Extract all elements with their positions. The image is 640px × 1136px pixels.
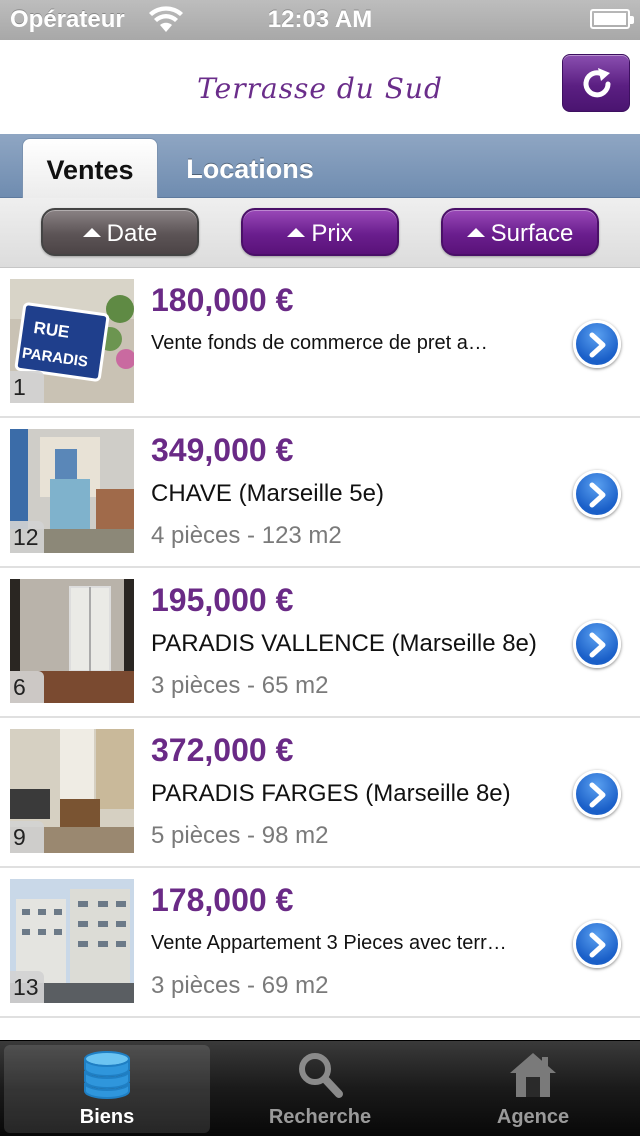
chevron-right-icon	[589, 332, 606, 358]
listing-price: 178,000 €	[151, 882, 294, 918]
detail-disclosure-button[interactable]	[573, 620, 621, 668]
chevron-right-icon	[589, 482, 606, 508]
detail-disclosure-button[interactable]	[573, 920, 621, 968]
detail-disclosure-button[interactable]	[573, 470, 621, 518]
photo-count: 12	[10, 521, 44, 553]
listing-details: 4 pièces - 123 m2	[151, 522, 342, 549]
sort-price-button[interactable]: Prix	[241, 208, 399, 256]
refresh-icon	[583, 68, 611, 98]
listing-price: 372,000 €	[151, 732, 294, 768]
listings-list[interactable]: RUE PARADIS 1 180,000 € Vente fonds de c…	[0, 268, 640, 1040]
tab-recherche[interactable]: Recherche	[217, 1045, 423, 1133]
photo-count: 1	[10, 371, 44, 403]
listing-price: 180,000 €	[151, 282, 294, 318]
tab-agence[interactable]: Agence	[430, 1045, 636, 1133]
listing-photo: 6	[10, 579, 134, 703]
list-item[interactable]: 9 372,000 € PARADIS FARGES (Marseille 8e…	[0, 718, 640, 868]
listing-title: PARADIS FARGES (Marseille 8e)	[151, 780, 511, 807]
detail-disclosure-button[interactable]	[573, 320, 621, 368]
list-item[interactable]: 6 195,000 € PARADIS VALLENCE (Marseille …	[0, 568, 640, 718]
tab-ventes[interactable]: Ventes	[22, 138, 158, 198]
listing-details: 3 pièces - 69 m2	[151, 972, 329, 999]
sort-up-icon	[287, 228, 306, 237]
house-icon	[510, 1053, 556, 1097]
listing-title: PARADIS VALLENCE (Marseille 8e)	[151, 630, 537, 657]
search-icon	[299, 1053, 343, 1098]
photo-count: 13	[10, 971, 44, 1003]
chevron-right-icon	[589, 782, 606, 808]
app-header: Terrasse du Sud	[0, 40, 640, 134]
listing-price: 349,000 €	[151, 432, 294, 468]
tab-recherche-label: Recherche	[268, 1106, 372, 1128]
tab-bar: Biens Recherche Agence	[0, 1040, 640, 1136]
list-item[interactable]: 13 178,000 € Vente Appartement 3 Pieces …	[0, 868, 640, 1018]
photo-count: 6	[10, 671, 44, 703]
tab-agence-label: Agence	[496, 1106, 570, 1128]
listing-title: Vente Appartement 3 Pieces avec terr…	[151, 932, 507, 954]
segment-tabs: Ventes Locations	[0, 134, 640, 198]
photo-count: 9	[10, 821, 44, 853]
tab-biens-label: Biens	[79, 1106, 135, 1128]
list-item[interactable]: 12 349,000 € CHAVE (Marseille 5e) 4 pièc…	[0, 418, 640, 568]
chevron-right-icon	[589, 632, 606, 658]
list-item[interactable]: RUE PARADIS 1 180,000 € Vente fonds de c…	[0, 268, 640, 418]
chevron-right-icon	[589, 932, 606, 958]
listing-title: Vente fonds de commerce de pret a…	[151, 332, 488, 354]
tab-locations[interactable]: Locations	[170, 138, 330, 198]
listing-photo: 12	[10, 429, 134, 553]
listing-details: 5 pièces - 98 m2	[151, 822, 329, 849]
clock: 12:03 AM	[267, 6, 373, 33]
refresh-button[interactable]	[562, 54, 630, 112]
status-bar: Opérateur 12:03 AM	[0, 0, 640, 40]
sort-surface-label: Surface	[490, 220, 574, 247]
battery-icon	[590, 9, 634, 29]
listing-details: 3 pièces - 65 m2	[151, 672, 329, 699]
sort-date-button[interactable]: Date	[41, 208, 199, 256]
sort-price-label: Prix	[311, 220, 353, 247]
sort-up-icon	[82, 228, 101, 237]
app-logo: Terrasse du Sud	[197, 72, 443, 105]
listing-price: 195,000 €	[151, 582, 294, 618]
sort-bar: Date Prix Surface	[0, 198, 640, 268]
sort-up-icon	[466, 228, 485, 237]
listing-photo: 9	[10, 729, 134, 853]
sort-date-label: Date	[106, 220, 158, 247]
database-icon	[84, 1051, 130, 1099]
listing-photo: RUE PARADIS 1	[10, 279, 134, 403]
listing-photo: 13	[10, 879, 134, 1003]
sort-surface-button[interactable]: Surface	[441, 208, 599, 256]
listing-title: CHAVE (Marseille 5e)	[151, 480, 384, 507]
tab-biens[interactable]: Biens	[4, 1045, 210, 1133]
detail-disclosure-button[interactable]	[573, 770, 621, 818]
